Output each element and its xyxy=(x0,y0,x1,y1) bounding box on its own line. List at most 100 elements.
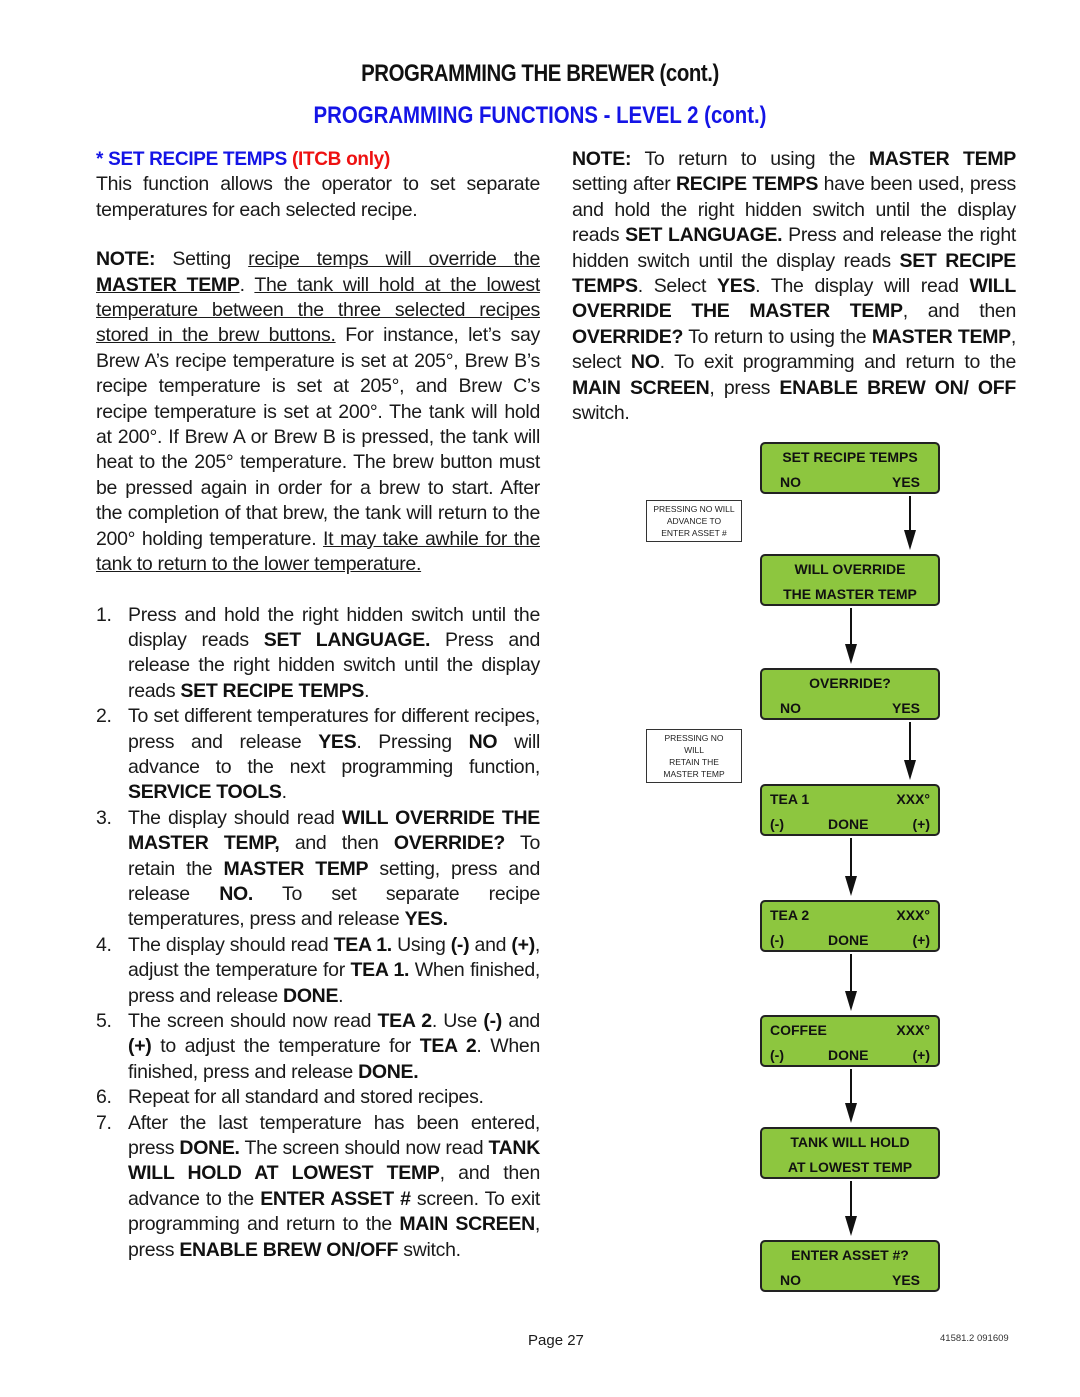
text-run: The display should read xyxy=(128,933,334,956)
lcd-screen-coffee: COFFEE XXX° (-) DONE (+) xyxy=(760,1015,940,1067)
lcd-text: XXX° xyxy=(896,1022,930,1038)
lcd-text: DONE xyxy=(828,1047,869,1063)
lcd-text: WILL OVERRIDE xyxy=(794,561,906,577)
side-note-line: WILL xyxy=(684,745,704,755)
step-item: 2. To set different temperatures for diff… xyxy=(96,704,540,806)
lcd-screen-tea-1: TEA 1 XXX° (-) DONE (+) xyxy=(760,784,940,836)
lcd-text: TANK WILL HOLD xyxy=(790,1134,910,1150)
text-run: The display should read xyxy=(128,806,342,829)
bold-term: NO xyxy=(630,351,660,374)
text-run: . xyxy=(281,781,287,804)
bold-term: TEA 2 xyxy=(419,1035,477,1058)
step-number: 1. xyxy=(96,603,112,626)
lcd-text: AT LOWEST TEMP xyxy=(787,1159,913,1175)
bold-term: TEA 2 xyxy=(377,1010,433,1032)
lcd-text: SET RECIPE TEMPS xyxy=(782,449,918,465)
bold-term: MASTER TEMP xyxy=(868,148,1016,170)
steps-list: 1. Press and hold the right hidden switch… xyxy=(96,603,540,1264)
text-run: The screen should now read xyxy=(128,1010,378,1032)
right-note: NOTE: To return to using the MASTER TEMP… xyxy=(572,147,1016,426)
lcd-screen-tea-2: TEA 2 XXX° (-) DONE (+) xyxy=(760,900,940,952)
bold-term: SET LANGUAGE. xyxy=(625,224,783,247)
lcd-text: COFFEE xyxy=(770,1022,827,1038)
bold-term: DONE. xyxy=(179,1137,240,1160)
bold-term: SERVICE TOOLS xyxy=(128,781,282,804)
lcd-screen-override: OVERRIDE? NO YES xyxy=(760,668,940,720)
down-arrow-icon xyxy=(904,722,916,780)
down-arrow-icon xyxy=(845,1069,857,1123)
step-item: 3. The display should read WILL OVERRIDE … xyxy=(96,806,540,933)
document-number: 41581.2 091609 xyxy=(940,1333,1009,1344)
step-item: 7. After the last temperature has been en… xyxy=(96,1111,540,1263)
lcd-text: XXX° xyxy=(896,907,930,923)
step-number: 5. xyxy=(96,1010,112,1032)
bold-term: TEA 1. xyxy=(350,959,410,982)
function-name: * SET RECIPE TEMPS xyxy=(96,149,292,170)
down-arrow-icon xyxy=(845,1181,857,1236)
step-item: 1. Press and hold the right hidden switch… xyxy=(96,603,540,705)
bold-term: ENTER ASSET # xyxy=(260,1187,411,1210)
side-note-line: RETAIN THE xyxy=(669,757,719,767)
bold-term: ENABLE BREW ON/ OFF xyxy=(779,376,1016,399)
lcd-screen-set-recipe-temps: SET RECIPE TEMPS NO YES xyxy=(760,442,940,494)
text-run: . The display will read xyxy=(755,275,970,298)
step-item: 6. Repeat for all standard and stored rec… xyxy=(96,1085,540,1110)
bold-term: (+) xyxy=(128,1035,152,1058)
side-note-line: PRESSING NO xyxy=(664,733,724,743)
bold-term: (-) xyxy=(483,1010,502,1032)
text-run: , press xyxy=(709,376,780,399)
down-arrow-icon xyxy=(904,496,916,550)
step-number: 6. xyxy=(96,1086,112,1109)
lcd-screen-enter-asset: ENTER ASSET #? NO YES xyxy=(760,1240,940,1292)
bold-term: MAIN SCREEN xyxy=(399,1213,535,1236)
step-item: 4. The display should read TEA 1. Using (… xyxy=(96,933,540,1009)
bold-term: (-) xyxy=(450,933,470,956)
side-note-line: PRESSING NO WILL xyxy=(653,504,735,514)
bold-term: YES xyxy=(318,730,357,753)
step-number: 4. xyxy=(96,933,112,956)
text-run: switch. xyxy=(572,402,630,425)
text-run: The screen should now read xyxy=(239,1137,489,1160)
lcd-text: (+) xyxy=(912,932,930,948)
text-run: and xyxy=(469,933,512,956)
text-run: . xyxy=(364,679,370,702)
bold-term: NO. xyxy=(219,882,253,905)
text-run: . Use xyxy=(431,1010,484,1032)
lcd-text: (-) xyxy=(770,932,784,948)
bold-term: NOTE: xyxy=(572,148,632,170)
lcd-text: TEA 2 xyxy=(770,907,810,923)
lcd-text: NO xyxy=(780,1272,801,1288)
lcd-text: (-) xyxy=(770,816,784,832)
lcd-text: NO xyxy=(780,700,801,716)
left-note: NOTE: Setting recipe temps will override… xyxy=(96,248,540,576)
side-note-box: PRESSING NO WILL RETAIN THE MASTER TEMP xyxy=(646,729,742,783)
lcd-text: YES xyxy=(891,1272,920,1288)
bold-term: YES. xyxy=(404,908,449,931)
lcd-text: (+) xyxy=(912,816,930,832)
bold-term: (+) xyxy=(511,933,535,956)
text-run: To return to using the xyxy=(631,148,869,170)
text-run: Repeat for all standard and stored recip… xyxy=(128,1086,484,1109)
lcd-text: OVERRIDE? xyxy=(809,675,891,691)
page-number: Page 27 xyxy=(528,1332,584,1349)
down-arrow-icon xyxy=(845,608,857,664)
bold-term: DONE xyxy=(283,984,339,1007)
bold-term: SET LANGUAGE. xyxy=(263,628,431,651)
down-arrow-icon xyxy=(845,954,857,1011)
text-run: and then xyxy=(279,832,394,855)
text-run: . xyxy=(338,984,344,1007)
text-run: setting after xyxy=(572,173,677,196)
text-run: switch. xyxy=(398,1238,461,1261)
text-run: Using xyxy=(391,933,451,956)
lcd-text: XXX° xyxy=(896,791,930,807)
lcd-text: TEA 1 xyxy=(770,791,810,807)
section-subtitle: PROGRAMMING FUNCTIONS - LEVEL 2 (cont.) xyxy=(313,102,767,129)
side-note-line: ADVANCE TO xyxy=(666,516,722,526)
text-run: . Pressing xyxy=(356,730,469,753)
function-intro: This function allows the operator to set… xyxy=(96,173,540,221)
bold-term: MASTER TEMP xyxy=(223,857,369,880)
lcd-text: DONE xyxy=(828,932,869,948)
bold-term: YES xyxy=(717,275,756,298)
bold-term: MASTER TEMP xyxy=(871,325,1011,348)
bold-term: RECIPE TEMPS xyxy=(676,173,819,196)
